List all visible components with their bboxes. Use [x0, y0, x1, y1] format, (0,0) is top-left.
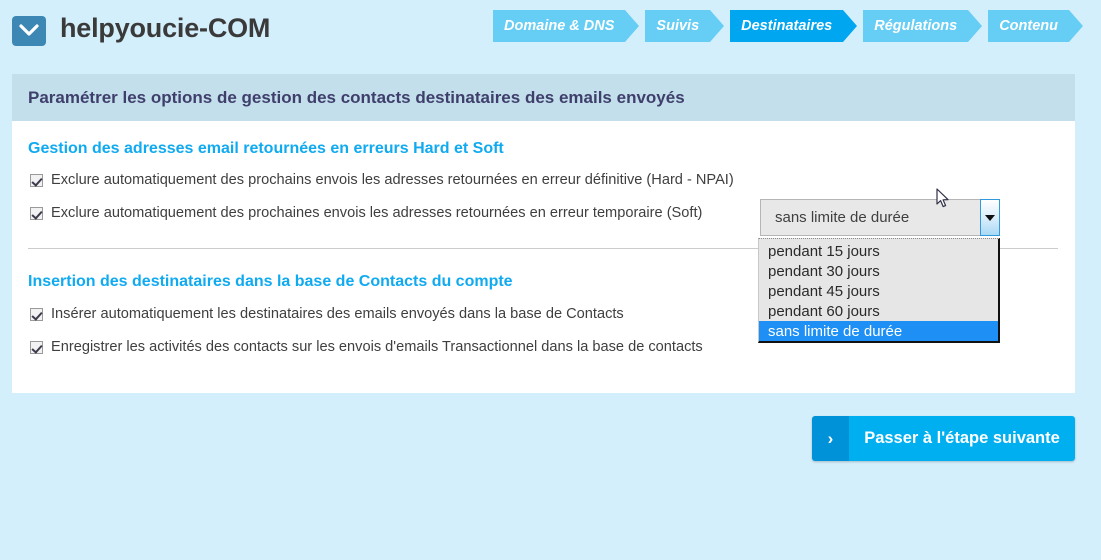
- breadcrumb: Domaine & DNS Suivis Destinataires Régul…: [493, 10, 1083, 42]
- option-row-insert-contacts[interactable]: Insérer automatiquement les destinataire…: [30, 306, 624, 322]
- breadcrumb-step-label: Suivis: [645, 10, 711, 42]
- page-header: helpyoucie-COM Domaine & DNS Suivis Dest…: [0, 0, 1101, 60]
- section-heading-insertion: Insertion des destinataires dans la base…: [28, 273, 513, 290]
- option-row-record-activity[interactable]: Enregistrer les activités des contacts s…: [30, 339, 703, 355]
- option-row-hard-bounce[interactable]: Exclure automatiquement des prochains en…: [30, 172, 734, 188]
- page-title: Paramétrer les options de gestion des co…: [28, 87, 685, 107]
- option-sans-limite[interactable]: sans limite de durée: [759, 321, 998, 341]
- checkbox-record-activity[interactable]: [30, 340, 43, 354]
- breadcrumb-arrow-icon: [1069, 10, 1083, 42]
- next-step-button[interactable]: › Passer à l'étape suivante: [812, 416, 1075, 461]
- soft-duration-select[interactable]: sans limite de durée: [760, 199, 1000, 236]
- next-step-label: Passer à l'étape suivante: [849, 416, 1075, 461]
- soft-duration-selected-value: sans limite de durée: [775, 209, 910, 226]
- settings-panel: Gestion des adresses email retournées en…: [12, 121, 1075, 393]
- soft-duration-option-list[interactable]: pendant 15 jours pendant 30 jours pendan…: [758, 238, 1000, 343]
- breadcrumb-step-label: Contenu: [988, 10, 1069, 42]
- breadcrumb-step-contenu[interactable]: Contenu: [988, 10, 1083, 42]
- breadcrumb-step-regulations[interactable]: Régulations: [863, 10, 983, 42]
- caret-glyph: [985, 214, 995, 221]
- chevron-down-icon[interactable]: [980, 199, 1000, 236]
- breadcrumb-step-label: Domaine & DNS: [493, 10, 626, 42]
- checkbox-soft-bounce[interactable]: [30, 206, 43, 220]
- breadcrumb-step-suivis[interactable]: Suivis: [645, 10, 725, 42]
- breadcrumb-arrow-icon: [843, 10, 858, 42]
- breadcrumb-arrow-icon: [710, 10, 725, 42]
- option-label: Insérer automatiquement les destinataire…: [51, 306, 624, 322]
- panel-title-bar: Paramétrer les options de gestion des co…: [12, 74, 1075, 121]
- checkbox-insert-contacts[interactable]: [30, 307, 43, 321]
- breadcrumb-arrow-icon: [625, 10, 640, 42]
- breadcrumb-step-domaine-dns[interactable]: Domaine & DNS: [493, 10, 640, 42]
- breadcrumb-step-label: Destinataires: [730, 10, 844, 42]
- option-label: Exclure automatiquement des prochains en…: [51, 172, 734, 188]
- option-15-jours[interactable]: pendant 15 jours: [759, 241, 998, 261]
- option-30-jours[interactable]: pendant 30 jours: [759, 261, 998, 281]
- option-row-soft-bounce[interactable]: Exclure automatiquement des prochaines e…: [30, 205, 702, 221]
- checkbox-hard-bounce[interactable]: [30, 173, 43, 187]
- breadcrumb-arrow-icon: [968, 10, 983, 42]
- option-label: Enregistrer les activités des contacts s…: [51, 339, 703, 355]
- chevron-right-icon: ›: [812, 416, 849, 461]
- breadcrumb-step-label: Régulations: [863, 10, 969, 42]
- option-45-jours[interactable]: pendant 45 jours: [759, 281, 998, 301]
- section-heading-bounces: Gestion des adresses email retournées en…: [28, 140, 504, 157]
- brand-title: helpyoucie-COM: [60, 13, 271, 43]
- option-60-jours[interactable]: pendant 60 jours: [759, 301, 998, 321]
- breadcrumb-step-destinataires[interactable]: Destinataires: [730, 10, 858, 42]
- envelope-icon: [12, 16, 46, 46]
- option-label: Exclure automatiquement des prochaines e…: [51, 205, 703, 221]
